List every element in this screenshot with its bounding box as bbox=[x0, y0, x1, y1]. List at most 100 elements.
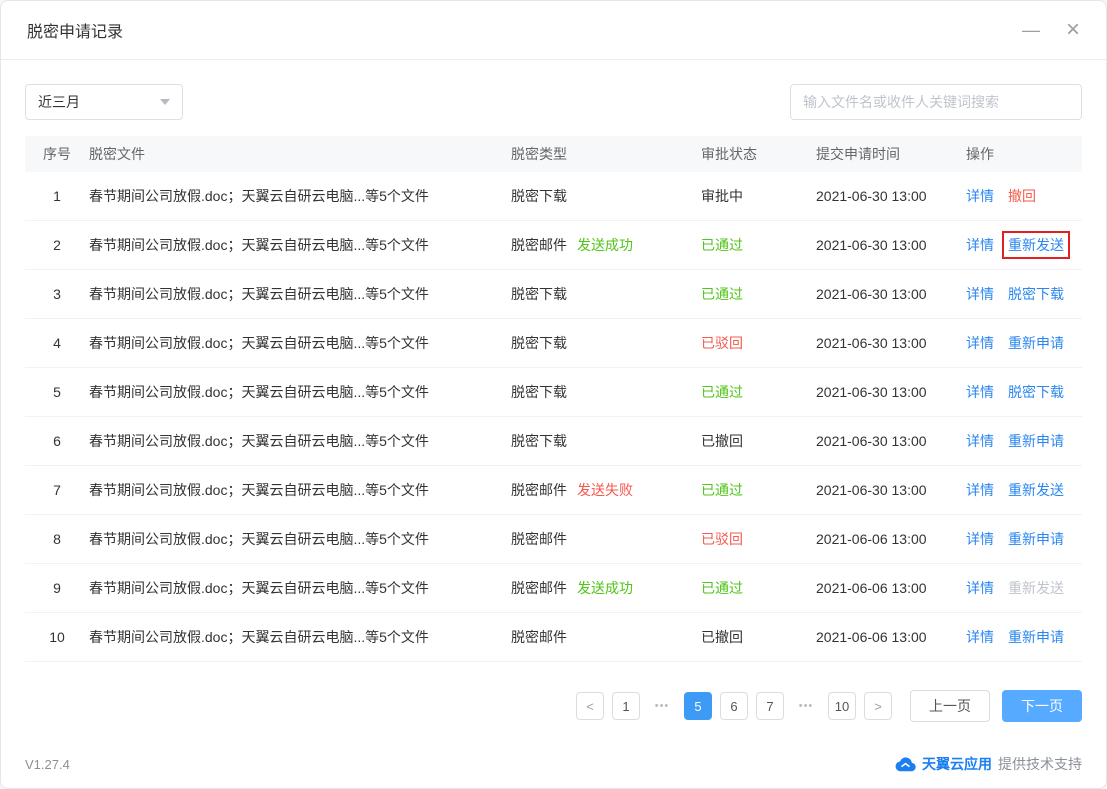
decryption-records-dialog: 脱密申请记录 — × 近三月 序号脱密文件脱密类型审批状态提交申请时间操作 1春… bbox=[0, 0, 1107, 789]
action-link[interactable]: 详情 bbox=[966, 335, 994, 351]
table-row: 5春节期间公司放假.doc；天翼云自研云电脑...等5个文件脱密下载已通过202… bbox=[25, 368, 1082, 417]
approval-status: 已通过 bbox=[701, 235, 816, 255]
submit-time: 2021-06-30 13:00 bbox=[816, 335, 966, 351]
action-link[interactable]: 重新申请 bbox=[1008, 629, 1064, 645]
page-button[interactable]: 6 bbox=[720, 692, 748, 720]
row-index: 4 bbox=[25, 335, 89, 351]
pagination-row: <1 ••• 567 ••• 10 > 上一页 下一页 bbox=[25, 690, 1082, 722]
titlebar: 脱密申请记录 — × bbox=[1, 1, 1106, 60]
page-button[interactable]: 5 bbox=[684, 692, 712, 720]
table-row: 3春节期间公司放假.doc；天翼云自研云电脑...等5个文件脱密下载已通过202… bbox=[25, 270, 1082, 319]
action-link[interactable]: 详情 bbox=[966, 286, 994, 302]
next-page-button[interactable]: 下一页 bbox=[1002, 690, 1082, 722]
actions-cell: 详情脱密下载 bbox=[966, 284, 1082, 304]
actions-cell: 详情撤回 bbox=[966, 186, 1082, 206]
next-arrow-icon[interactable]: > bbox=[864, 692, 892, 720]
table-row: 9春节期间公司放假.doc；天翼云自研云电脑...等5个文件脱密邮件发送成功已通… bbox=[25, 564, 1082, 613]
actions-cell: 详情重新申请 bbox=[966, 529, 1082, 549]
send-status-label: 发送成功 bbox=[577, 580, 633, 596]
table-body: 1春节期间公司放假.doc；天翼云自研云电脑...等5个文件脱密下载审批中202… bbox=[25, 172, 1082, 662]
action-link[interactable]: 重新发送 bbox=[1008, 237, 1064, 253]
table-row: 7春节期间公司放假.doc；天翼云自研云电脑...等5个文件脱密邮件发送失败已通… bbox=[25, 466, 1082, 515]
page-button[interactable]: 7 bbox=[756, 692, 784, 720]
pagination-ellipsis: ••• bbox=[792, 692, 820, 720]
approval-status: 已通过 bbox=[701, 284, 816, 304]
row-index: 5 bbox=[25, 384, 89, 400]
submit-time: 2021-06-30 13:00 bbox=[816, 286, 966, 302]
search-input[interactable] bbox=[790, 84, 1082, 120]
file-names: 春节期间公司放假.doc；天翼云自研云电脑...等5个文件 bbox=[89, 382, 511, 402]
decrypt-type-cell: 脱密邮件 bbox=[511, 529, 701, 549]
prev-page-button[interactable]: 上一页 bbox=[910, 690, 990, 722]
approval-status: 已驳回 bbox=[701, 333, 816, 353]
action-link[interactable]: 详情 bbox=[966, 580, 994, 596]
toolbar: 近三月 bbox=[25, 84, 1082, 120]
action-link[interactable]: 重新申请 bbox=[1008, 335, 1064, 351]
approval-status: 已通过 bbox=[701, 480, 816, 500]
minimize-icon[interactable]: — bbox=[1022, 21, 1040, 39]
action-link[interactable]: 详情 bbox=[966, 384, 994, 400]
decrypt-type-cell: 脱密下载 bbox=[511, 431, 701, 451]
window-title: 脱密申请记录 bbox=[27, 18, 123, 42]
submit-time: 2021-06-06 13:00 bbox=[816, 531, 966, 547]
action-link[interactable]: 详情 bbox=[966, 482, 994, 498]
decrypt-type-label: 脱密邮件 bbox=[511, 531, 567, 547]
window-controls: — × bbox=[1022, 18, 1080, 42]
file-names: 春节期间公司放假.doc；天翼云自研云电脑...等5个文件 bbox=[89, 284, 511, 304]
action-link[interactable]: 详情 bbox=[966, 237, 994, 253]
date-range-select[interactable]: 近三月 bbox=[25, 84, 183, 120]
submit-time: 2021-06-06 13:00 bbox=[816, 629, 966, 645]
submit-time: 2021-06-30 13:00 bbox=[816, 237, 966, 253]
footer: V1.27.4 天翼云应用 提供技术支持 bbox=[1, 740, 1106, 788]
action-link[interactable]: 详情 bbox=[966, 629, 994, 645]
actions-cell: 详情重新申请 bbox=[966, 627, 1082, 647]
brand-name: 天翼云应用 bbox=[922, 754, 992, 774]
table-row: 1春节期间公司放假.doc；天翼云自研云电脑...等5个文件脱密下载审批中202… bbox=[25, 172, 1082, 221]
action-link[interactable]: 撤回 bbox=[1008, 188, 1036, 204]
column-header: 审批状态 bbox=[701, 144, 816, 164]
row-index: 10 bbox=[25, 629, 89, 645]
action-link[interactable]: 重新发送 bbox=[1008, 580, 1064, 596]
row-index: 7 bbox=[25, 482, 89, 498]
action-link[interactable]: 重新发送 bbox=[1008, 482, 1064, 498]
row-index: 8 bbox=[25, 531, 89, 547]
file-names: 春节期间公司放假.doc；天翼云自研云电脑...等5个文件 bbox=[89, 186, 511, 206]
action-link[interactable]: 详情 bbox=[966, 531, 994, 547]
actions-cell: 详情重新申请 bbox=[966, 333, 1082, 353]
actions-cell: 详情重新发送 bbox=[966, 480, 1082, 500]
actions-cell: 详情重新发送 bbox=[966, 235, 1082, 255]
file-names: 春节期间公司放假.doc；天翼云自研云电脑...等5个文件 bbox=[89, 578, 511, 598]
approval-status: 已撤回 bbox=[701, 431, 816, 451]
action-link[interactable]: 脱密下载 bbox=[1008, 384, 1064, 400]
approval-status: 已通过 bbox=[701, 382, 816, 402]
decrypt-type-label: 脱密下载 bbox=[511, 433, 567, 449]
page-button[interactable]: 10 bbox=[828, 692, 856, 720]
decrypt-type-label: 脱密邮件 bbox=[511, 580, 567, 596]
row-index: 9 bbox=[25, 580, 89, 596]
page-button[interactable]: 1 bbox=[612, 692, 640, 720]
table-row: 10春节期间公司放假.doc；天翼云自研云电脑...等5个文件脱密邮件已撤回20… bbox=[25, 613, 1082, 662]
row-index: 1 bbox=[25, 188, 89, 204]
decrypt-type-label: 脱密邮件 bbox=[511, 237, 567, 253]
decrypt-type-label: 脱密邮件 bbox=[511, 482, 567, 498]
approval-status: 已驳回 bbox=[701, 529, 816, 549]
action-link[interactable]: 重新申请 bbox=[1008, 433, 1064, 449]
action-link[interactable]: 详情 bbox=[966, 433, 994, 449]
decrypt-type-cell: 脱密下载 bbox=[511, 284, 701, 304]
decrypt-type-cell: 脱密邮件发送成功 bbox=[511, 235, 701, 255]
column-header: 脱密类型 bbox=[511, 144, 701, 164]
action-link[interactable]: 脱密下载 bbox=[1008, 286, 1064, 302]
pagination-ellipsis: ••• bbox=[648, 692, 676, 720]
file-names: 春节期间公司放假.doc；天翼云自研云电脑...等5个文件 bbox=[89, 431, 511, 451]
submit-time: 2021-06-30 13:00 bbox=[816, 188, 966, 204]
date-range-value: 近三月 bbox=[38, 92, 80, 112]
close-icon[interactable]: × bbox=[1066, 18, 1080, 42]
action-link[interactable]: 重新申请 bbox=[1008, 531, 1064, 547]
tech-support: 天翼云应用 提供技术支持 bbox=[894, 754, 1082, 774]
records-table: 序号脱密文件脱密类型审批状态提交申请时间操作 1春节期间公司放假.doc；天翼云… bbox=[25, 136, 1082, 662]
dialog-content: 近三月 序号脱密文件脱密类型审批状态提交申请时间操作 1春节期间公司放假.doc… bbox=[1, 60, 1106, 746]
file-names: 春节期间公司放假.doc；天翼云自研云电脑...等5个文件 bbox=[89, 235, 511, 255]
approval-status: 已撤回 bbox=[701, 627, 816, 647]
prev-arrow-icon[interactable]: < bbox=[576, 692, 604, 720]
action-link[interactable]: 详情 bbox=[966, 188, 994, 204]
